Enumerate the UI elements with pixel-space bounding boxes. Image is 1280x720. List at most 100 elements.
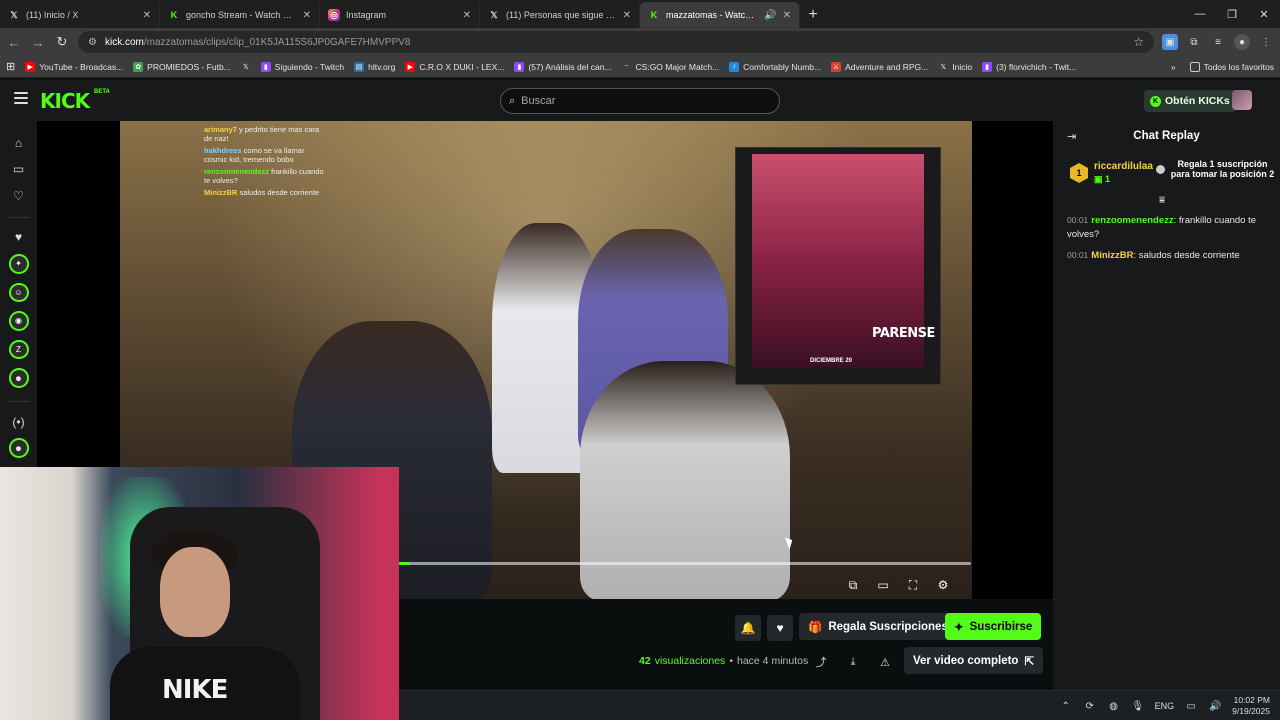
gift-subs-button[interactable]: 🎁 Regala Suscripciones: [799, 613, 957, 640]
followed-channel-avatar[interactable]: ✦: [8, 253, 29, 274]
followed-channel-avatar[interactable]: ◉: [8, 311, 29, 331]
close-icon[interactable]: ✕: [623, 10, 631, 21]
bookmark-label: hltv.org: [368, 61, 396, 72]
message-time: 00:01: [1067, 250, 1089, 260]
get-kicks-button[interactable]: K Obtén KICKs: [1144, 90, 1236, 112]
extension-icon[interactable]: ▣: [1162, 34, 1178, 50]
bookmark-label: Comfortably Numb...: [743, 61, 822, 72]
sparkle-icon: ✦: [954, 621, 964, 634]
bookmark-analisis[interactable]: ▮ (57) Análisis del can...: [514, 61, 612, 72]
bookmark-twitch-following[interactable]: ▮ Siguiendo - Twitch: [260, 61, 344, 72]
all-favorites[interactable]: Todos los favoritos: [1189, 61, 1274, 72]
followed-channel-avatar[interactable]: ☺: [8, 282, 29, 303]
url-field[interactable]: ⚙ kick.com/mazzatomas/clips/clip_01K5JA1…: [78, 31, 1154, 53]
bookmark-adventure[interactable]: ⚔ Adventure and RPG...: [831, 61, 928, 72]
recommended-channel-avatar[interactable]: ☻: [8, 438, 29, 458]
pip-icon[interactable]: ⧉: [843, 576, 863, 594]
user-avatar[interactable]: [1232, 90, 1252, 110]
bookmark-youtube[interactable]: ▶ YouTube - Broadcas...: [25, 61, 123, 72]
follow-heart-icon[interactable]: ♥: [767, 615, 793, 641]
search-input[interactable]: [521, 95, 771, 107]
fullscreen-icon[interactable]: ⛶: [903, 576, 923, 594]
live-broadcast-icon[interactable]: (•): [9, 412, 29, 432]
gift-cta[interactable]: Regala 1 suscripción para tomar la posic…: [1156, 159, 1276, 179]
back-icon[interactable]: ←: [6, 34, 22, 50]
bell-icon[interactable]: 🔔: [735, 615, 761, 641]
tab-title: Instagram: [346, 10, 387, 20]
new-tab-button[interactable]: +: [800, 2, 826, 28]
chevron-right-icon[interactable]: »: [1171, 62, 1176, 72]
chat-message: 00:01 renzoomenendezz: frankillo cuando t…: [1067, 215, 1257, 240]
message-user: MinizzBR: [1091, 250, 1134, 261]
csgo-icon: ~: [624, 63, 629, 70]
search-bar[interactable]: ⌕: [500, 88, 780, 114]
browser-tab-instagram[interactable]: ◎ Instagram ✕: [320, 2, 480, 28]
kick-logo[interactable]: KICK: [40, 89, 90, 113]
restore-icon[interactable]: ❐: [1216, 0, 1248, 28]
language-indicator[interactable]: ENG: [1155, 701, 1175, 711]
close-icon[interactable]: ✕: [303, 10, 311, 21]
chevron-up-icon[interactable]: ⌃: [1059, 699, 1073, 713]
menu-icon[interactable]: [14, 92, 28, 104]
subscribe-button[interactable]: ✦ Suscribirse: [945, 613, 1042, 640]
browser-tab-mazzatomas[interactable]: K mazzatomas - Watch clips o 🔊 ✕: [640, 2, 800, 28]
bookmark-star-icon[interactable]: ☆: [1133, 35, 1144, 49]
youtube-icon: ▶: [25, 61, 36, 72]
sword-icon: ⚔: [831, 61, 842, 72]
tab-strip: 𝕏 (11) Inicio / X ✕ K goncho Stream - Wa…: [0, 0, 1280, 28]
bookmark-csgo[interactable]: ~ CS:GO Major Match...: [622, 62, 719, 72]
bookmark-inicio[interactable]: 𝕏 Inicio: [938, 62, 972, 72]
browser-tab-x-home[interactable]: 𝕏 (11) Inicio / X ✕: [0, 2, 160, 28]
search-icon: ⌕: [509, 94, 516, 107]
followed-channel-avatar[interactable]: Z: [8, 339, 29, 360]
bookmark-hltv[interactable]: ▤ hltv.org: [354, 61, 396, 72]
followed-channel-avatar[interactable]: ☻: [8, 368, 29, 388]
download-icon[interactable]: ⤓: [844, 653, 862, 671]
browse-icon[interactable]: ▭: [9, 160, 29, 180]
volume-icon[interactable]: 🔊: [1208, 699, 1222, 713]
monitor-icon[interactable]: ▭: [1184, 699, 1198, 713]
divider: [7, 400, 30, 402]
promiedos-icon: ✿: [133, 61, 144, 72]
apps-grid-icon[interactable]: ⊞: [6, 60, 15, 73]
reload-icon[interactable]: ↻: [54, 34, 70, 50]
browser-tab-goncho[interactable]: K goncho Stream - Watch Live on ✕: [160, 2, 320, 28]
mic-icon[interactable]: 🎙: [1131, 699, 1145, 713]
clock[interactable]: 10:02 PM 9/19/2025: [1232, 695, 1270, 717]
close-icon[interactable]: ✕: [463, 10, 471, 21]
speaker-icon[interactable]: 🔊: [764, 10, 776, 21]
browser-tab-x-following[interactable]: 𝕏 (11) Personas que sigue Cuanto ✕: [480, 2, 640, 28]
extensions-puzzle-icon[interactable]: ⧉: [1186, 34, 1202, 50]
gift-subs-label: Regala Suscripciones: [828, 620, 948, 633]
steam-icon[interactable]: ◍: [1107, 699, 1121, 713]
close-icon[interactable]: ✕: [783, 10, 791, 21]
close-window-icon[interactable]: ✕: [1248, 0, 1280, 28]
profile-icon[interactable]: ●: [1234, 34, 1250, 50]
bookmark-florvichich[interactable]: ▮ (3) florvichich - Twit...: [982, 61, 1076, 72]
following-icon[interactable]: ♡: [9, 186, 29, 206]
minimize-icon[interactable]: —: [1184, 0, 1216, 28]
bookmark-promiedos[interactable]: ✿ PROMIEDOS - Futb...: [133, 61, 231, 72]
video-progress-bar[interactable]: [399, 562, 971, 565]
bookmark-label: (57) Análisis del can...: [528, 61, 612, 72]
report-icon[interactable]: ⚠: [876, 653, 894, 671]
settings-icon[interactable]: ⚙: [933, 576, 953, 594]
bookmark-comfortably-numb[interactable]: ♪ Comfortably Numb...: [729, 61, 822, 72]
theater-mode-icon[interactable]: ▭: [873, 576, 893, 594]
menu-icon[interactable]: ⋮: [1258, 34, 1274, 50]
filter-icon[interactable]: ⩸: [1159, 195, 1165, 206]
heart-icon[interactable]: ♥: [9, 227, 29, 247]
close-icon[interactable]: ✕: [143, 10, 151, 21]
share-icon[interactable]: ⤴: [812, 653, 830, 671]
leader-username[interactable]: riccardilulaa: [1094, 161, 1153, 172]
home-icon[interactable]: ⌂: [9, 133, 29, 153]
bookmark-x[interactable]: 𝕏: [241, 62, 251, 72]
forward-icon[interactable]: →: [30, 34, 46, 50]
poster-date: DICIEMBRE 20: [810, 358, 853, 364]
sync-icon[interactable]: ⟳: [1083, 699, 1097, 713]
site-info-icon[interactable]: ⚙: [88, 37, 97, 48]
full-video-button[interactable]: Ver video completo ⇱: [904, 647, 1044, 674]
tab-title: goncho Stream - Watch Live on: [186, 10, 297, 20]
bookmark-cro-duki[interactable]: ▶ C.R.O X DUKI - LEX...: [405, 61, 504, 72]
media-control-icon[interactable]: ≡: [1210, 34, 1226, 50]
